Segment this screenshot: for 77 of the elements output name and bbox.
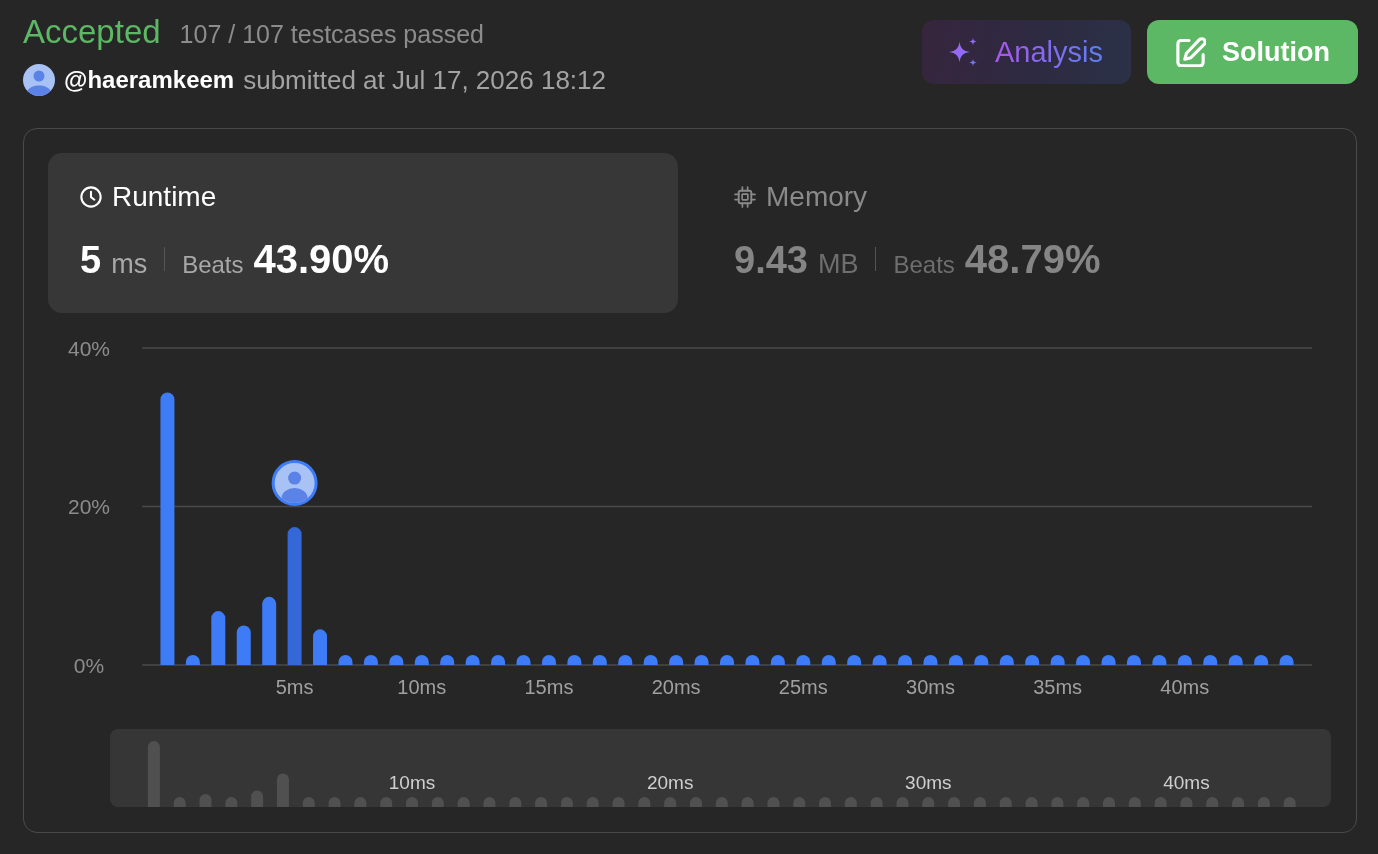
histogram-bar[interactable]: [1228, 655, 1243, 665]
histogram-bar[interactable]: [363, 655, 378, 665]
metric-tab[interactable]: Memory 9.43 MB Beats 48.79%: [702, 153, 1332, 313]
clock-icon: [80, 186, 102, 208]
histogram-bar[interactable]: [1203, 655, 1218, 665]
histogram-bar[interactable]: [720, 655, 734, 665]
histogram-bar[interactable]: [541, 655, 556, 665]
histogram-bar[interactable]: [592, 655, 607, 665]
histogram-bar[interactable]: [491, 655, 506, 665]
histogram-bar[interactable]: [770, 655, 785, 665]
y-axis-label: 20%: [68, 495, 110, 519]
histogram-bar[interactable]: [745, 655, 760, 665]
metric-unit: MB: [817, 248, 859, 281]
histogram-bar[interactable]: [1177, 655, 1192, 665]
metric-unit: ms: [111, 248, 148, 281]
x-axis-label: 35ms: [1033, 676, 1083, 699]
histogram-bar[interactable]: [1254, 655, 1269, 665]
metric-value: 9.43: [734, 238, 808, 283]
histogram-bar[interactable]: [1076, 655, 1091, 665]
beats-percentage: 43.90%: [253, 236, 390, 282]
submission-time: submitted at Jul 17, 2026 18:12: [243, 64, 606, 96]
x-axis-label: 40ms: [1160, 676, 1210, 699]
histogram-bar[interactable]: [211, 611, 226, 665]
histogram-bar[interactable]: [1126, 655, 1141, 665]
histogram-bar[interactable]: [643, 655, 658, 665]
histogram-bar[interactable]: [465, 655, 480, 665]
histogram-bar[interactable]: [567, 655, 582, 665]
histogram-bar[interactable]: [185, 655, 200, 665]
histogram-bar[interactable]: [669, 655, 684, 665]
histogram-bar[interactable]: [948, 655, 963, 665]
histogram-bar[interactable]: [262, 596, 277, 665]
histogram-bar[interactable]: [1152, 655, 1167, 665]
histogram-bar[interactable]: [338, 655, 353, 665]
sparkles-icon: [949, 37, 979, 67]
verdict-status: Accepted: [23, 12, 161, 52]
chip-icon: [734, 186, 756, 208]
histogram-bar[interactable]: [236, 625, 251, 665]
x-axis-label: 10ms: [397, 676, 447, 699]
y-axis-label: 0%: [73, 653, 105, 677]
histogram-bar[interactable]: [1025, 655, 1040, 665]
histogram-bar[interactable]: [1050, 655, 1065, 665]
x-axis-label: 5ms: [275, 676, 314, 699]
histogram-bar[interactable]: [872, 655, 887, 665]
x-axis-label: 25ms: [778, 676, 828, 699]
histogram-bar[interactable]: [923, 655, 938, 665]
avatar-icon[interactable]: [23, 64, 55, 96]
histogram-bar[interactable]: [1101, 655, 1116, 665]
histogram-bar[interactable]: [516, 655, 531, 665]
histogram-bar[interactable]: [313, 629, 328, 665]
beats-label: Beats: [182, 250, 244, 280]
histogram-bar[interactable]: [974, 655, 989, 665]
histogram-bar[interactable]: [440, 655, 455, 665]
histogram-bar[interactable]: [999, 655, 1014, 665]
histogram-bar[interactable]: [618, 655, 633, 665]
beats-label: Beats: [893, 250, 955, 280]
metric-value: 5: [80, 238, 102, 283]
histogram-bar[interactable]: [160, 392, 175, 665]
histogram-bar[interactable]: [821, 655, 836, 665]
metric-tab[interactable]: Runtime 5 ms Beats 43.90%: [48, 153, 678, 313]
beats-percentage: 48.79%: [964, 236, 1101, 282]
avatar-marker-icon[interactable]: [271, 460, 318, 507]
x-axis-label: 30ms: [906, 676, 955, 699]
metric-title: Runtime: [112, 180, 217, 214]
testcases-summary: 107 / 107 testcases passed: [179, 20, 484, 49]
metric-title: Memory: [766, 180, 868, 214]
histogram-bar[interactable]: [389, 655, 404, 665]
histogram-bar[interactable]: [414, 655, 429, 665]
x-axis-label: 15ms: [524, 676, 574, 699]
histogram-bar[interactable]: [898, 655, 913, 665]
x-axis-label: 20ms: [651, 676, 701, 699]
y-axis-label: 40%: [68, 337, 110, 360]
histogram-bar[interactable]: [796, 655, 811, 665]
pencil-square-icon: [1176, 37, 1206, 67]
username[interactable]: @haeramkeem: [64, 66, 235, 94]
histogram-bar[interactable]: [694, 655, 709, 665]
histogram-bar[interactable]: [847, 655, 862, 665]
histogram-bar[interactable]: [1279, 655, 1294, 665]
